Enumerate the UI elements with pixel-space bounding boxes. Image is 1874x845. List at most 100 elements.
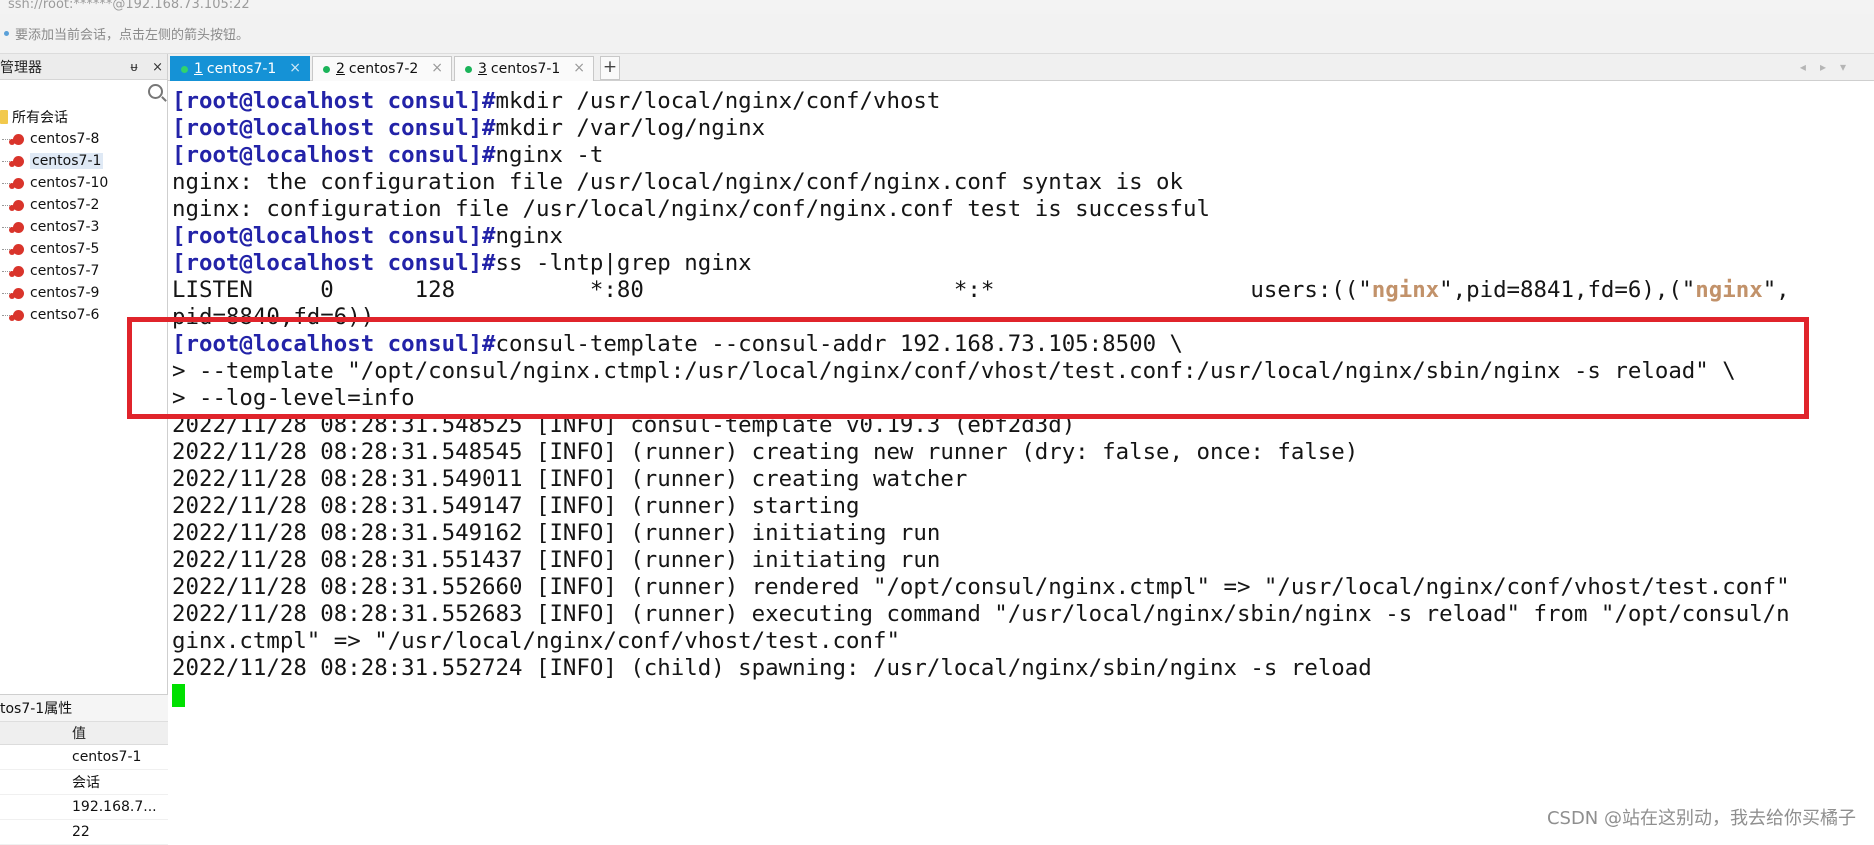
session-label: centos7-9 (30, 285, 100, 301)
session-item[interactable]: centos7-5 (0, 238, 167, 260)
session-item[interactable]: centos7-9 (0, 282, 167, 304)
session-item[interactable]: centos7-10 (0, 172, 167, 194)
terminal-line: [root@localhost consul]#mkdir /usr/local… (172, 88, 1872, 115)
terminal-line: [root@localhost consul]#ss -lntp|grep ng… (172, 250, 1872, 277)
property-value: 192.168.7... (72, 799, 157, 815)
pin-icon[interactable]: ᵾ (131, 60, 138, 75)
session-label: centso7-6 (30, 307, 100, 323)
session-item[interactable]: centos7-8 (0, 128, 167, 150)
session-label: centos7-7 (30, 263, 100, 279)
tab-index: 2 (336, 61, 345, 77)
command-text: consul-template --consul-addr 192.168.73… (495, 331, 1184, 357)
terminal-line: > --template "/opt/consul/nginx.ctmpl:/u… (172, 358, 1736, 384)
terminal-output[interactable]: [root@localhost consul]#mkdir /usr/local… (172, 88, 1872, 828)
shell-prompt: [root@localhost consul]# (172, 331, 496, 357)
process-name: nginx (1371, 277, 1440, 303)
terminal-line: [root@localhost consul]#consul-template … (172, 331, 1872, 358)
tab-close-icon[interactable]: × (289, 60, 301, 76)
terminal-line: [root@localhost consul]#mkdir /var/log/n… (172, 115, 1872, 142)
session-item[interactable]: centos7-3 (0, 216, 167, 238)
properties-title: tos7-1属性 (0, 695, 168, 722)
hint-bar: 要添加当前会话，点击左侧的箭头按钮。 (0, 14, 1874, 54)
window-title: ssh://root:******@192.168.73.105:22 (0, 0, 1874, 14)
tree-root-all-sessions[interactable]: 所有会话 (0, 106, 167, 128)
session-icon (9, 221, 24, 233)
tab-centos7-2[interactable]: 2 centos7-2 × (312, 56, 452, 81)
session-manager-title: 管理器 (0, 59, 42, 76)
session-icon (9, 133, 24, 145)
shell-prompt: [root@localhost consul]# (172, 142, 496, 168)
tab-label: centos7-2 (348, 61, 419, 77)
tree-root-label: 所有会话 (12, 110, 68, 126)
terminal-line: > --log-level=info (172, 385, 415, 411)
session-icon (9, 243, 24, 255)
tab-bar: 1 centos7-1 × 2 centos7-2 × 3 centos7-1 … (168, 54, 1874, 81)
tab-close-icon[interactable]: × (431, 60, 443, 76)
terminal-line: 2022/11/28 08:28:31.548525 [INFO] consul… (172, 412, 1076, 438)
window-title-text: ssh://root:******@192.168.73.105:22 (8, 0, 250, 12)
terminal-line: 2022/11/28 08:28:31.552683 [INFO] (runne… (172, 601, 1790, 627)
terminal-line: 2022/11/28 08:28:31.549147 [INFO] (runne… (172, 493, 860, 519)
terminal-line: 2022/11/28 08:28:31.549011 [INFO] (runne… (172, 466, 968, 492)
session-icon (9, 309, 24, 321)
connected-status-icon (323, 65, 330, 73)
terminal-line: 2022/11/28 08:28:31.548545 [INFO] (runne… (172, 439, 1359, 465)
tab-index: 3 (478, 61, 487, 77)
command-text: mkdir /usr/local/nginx/conf/vhost (495, 88, 941, 114)
terminal-line: ginx.ctmpl" => "/usr/local/nginx/conf/vh… (172, 628, 900, 654)
terminal-line: LISTEN 0 128 *:80 *:* users:(("nginx",pi… (172, 277, 1872, 304)
properties-panel: tos7-1属性 值 centos7-1 会话 192.168.7... 22 (0, 694, 168, 845)
process-name: nginx (1695, 277, 1763, 303)
search-icon[interactable] (148, 84, 163, 99)
session-icon (9, 199, 24, 211)
add-tab-button[interactable]: + (600, 56, 620, 80)
command-text: mkdir /var/log/nginx (495, 115, 766, 141)
property-row[interactable]: 22 (0, 820, 168, 845)
command-text: nginx (495, 223, 563, 249)
session-label: centos7-8 (30, 131, 100, 147)
terminal-line: pid=8840,fd=6)) (172, 304, 375, 330)
session-label: centos7-3 (30, 219, 100, 235)
shell-prompt: [root@localhost consul]# (172, 115, 496, 141)
terminal-line: 2022/11/28 08:28:31.552660 [INFO] (runne… (172, 574, 1790, 600)
property-row[interactable]: 会话 (0, 770, 168, 795)
output-text: LISTEN 0 128 *:80 *:* users:((" (172, 277, 1372, 303)
shell-prompt: [root@localhost consul]# (172, 250, 496, 276)
session-icon (9, 287, 24, 299)
terminal-line: [root@localhost consul]#nginx -t (172, 142, 1872, 169)
panel-close-icon[interactable]: × (152, 60, 163, 75)
session-icon (9, 177, 24, 189)
property-value: centos7-1 (72, 749, 142, 765)
session-item[interactable]: centos7-2 (0, 194, 167, 216)
session-item[interactable]: centso7-6 (0, 304, 167, 326)
session-icon (9, 265, 24, 277)
output-text: ", (1762, 277, 1790, 303)
session-item-selected[interactable]: centos7-1 (0, 150, 167, 172)
tab-navigation-arrows[interactable]: ◂▸▾ (1800, 60, 1860, 74)
command-text: nginx -t (495, 142, 604, 168)
info-icon (4, 31, 9, 36)
terminal-cursor (172, 684, 185, 707)
tab-centos7-1-second[interactable]: 3 centos7-1 × (454, 56, 594, 81)
property-row[interactable]: centos7-1 (0, 745, 168, 770)
connected-status-icon (181, 65, 188, 73)
shell-prompt: [root@localhost consul]# (172, 88, 496, 114)
connected-status-icon (465, 65, 472, 73)
terminal-line (172, 682, 1872, 709)
session-label: centos7-2 (30, 197, 100, 213)
session-item[interactable]: centos7-7 (0, 260, 167, 282)
session-label: centos7-10 (30, 175, 109, 191)
shell-prompt: [root@localhost consul]# (172, 223, 496, 249)
session-label: centos7-5 (30, 241, 100, 257)
session-manager-header: 管理器 ᵾ × (0, 54, 167, 80)
folder-icon (0, 110, 8, 124)
terminal-line: nginx: configuration file /usr/local/ngi… (172, 196, 1210, 222)
terminal-line: nginx: the configuration file /usr/local… (172, 169, 1184, 195)
properties-value-header: 值 (72, 726, 86, 742)
property-row[interactable]: 192.168.7... (0, 795, 168, 820)
output-text: ",pid=8841,fd=6),(" (1439, 277, 1696, 303)
session-search[interactable] (0, 80, 167, 106)
tab-centos7-1[interactable]: 1 centos7-1 × (170, 56, 310, 81)
terminal-line: [root@localhost consul]#nginx (172, 223, 1872, 250)
tab-close-icon[interactable]: × (573, 60, 585, 76)
